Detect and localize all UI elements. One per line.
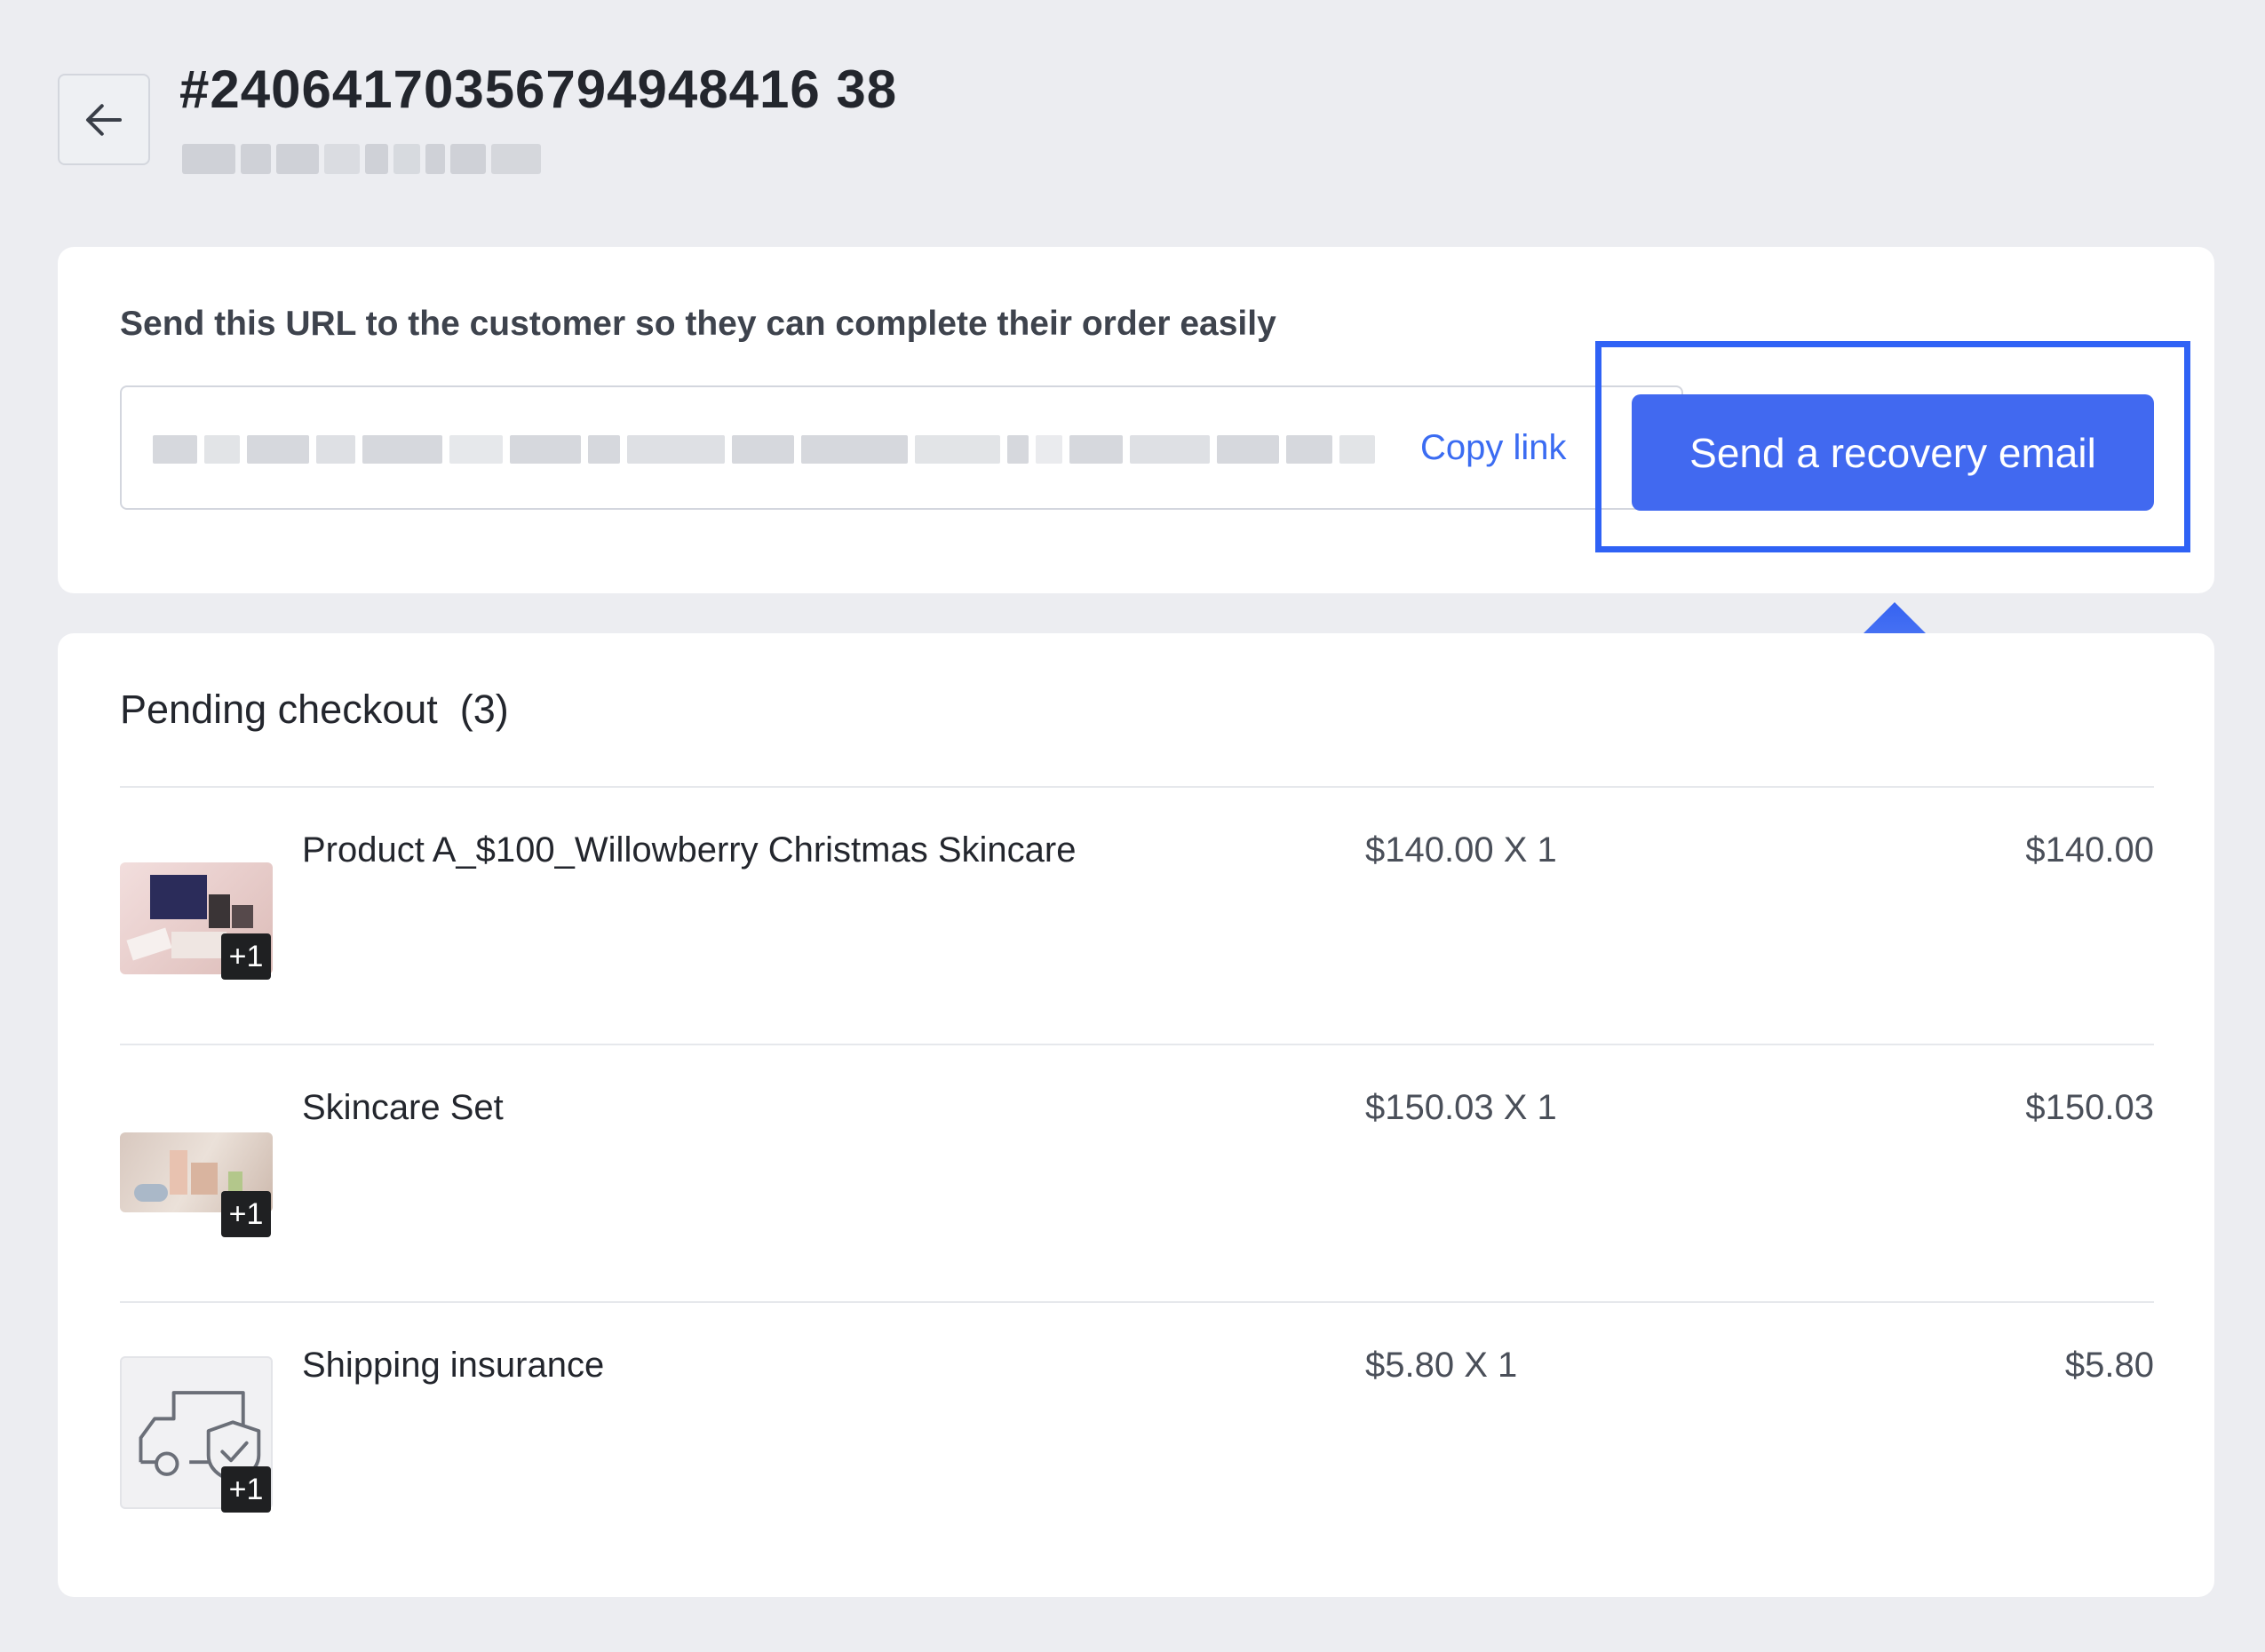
order-number: #24064170356794948416 38 xyxy=(179,60,898,119)
line-item: +1 Skincare Set $150.03 X 1 $150.03 xyxy=(120,1045,2154,1303)
arrow-left-icon xyxy=(85,103,123,136)
item-price-qty: $150.03 X 1 xyxy=(1365,1088,1557,1127)
send-recovery-email-button[interactable]: Send a recovery email xyxy=(1632,394,2154,511)
additional-items-badge: +1 xyxy=(221,1191,271,1237)
item-name[interactable]: Product A_$100_Willowberry Christmas Ski… xyxy=(302,830,1076,870)
copy-link-button[interactable]: Copy link xyxy=(1420,428,1567,468)
url-card-heading: Send this URL to the customer so they ca… xyxy=(120,305,1276,343)
redacted-url xyxy=(153,430,1392,469)
line-item: +1 Product A_$100_Willowberry Christmas … xyxy=(120,788,2154,1045)
pending-checkout-card: Pending checkout (3) +1 Product A_$100_W… xyxy=(58,633,2214,1597)
item-price-qty: $5.80 X 1 xyxy=(1365,1346,1518,1385)
additional-items-badge: +1 xyxy=(221,933,271,980)
back-button[interactable] xyxy=(58,74,150,165)
redacted-subtitle xyxy=(182,140,550,178)
abandoned-checkout-page: #24064170356794948416 38 Send this URL t… xyxy=(0,0,2265,1652)
recovery-url-field[interactable]: Copy link xyxy=(120,385,1683,510)
pending-checkout-title: Pending checkout (3) xyxy=(120,687,509,732)
item-name[interactable]: Shipping insurance xyxy=(302,1346,604,1386)
line-item: +1 Shipping insurance $5.80 X 1 $5.80 xyxy=(120,1303,2154,1561)
item-total: $140.00 xyxy=(2025,830,2154,870)
item-name[interactable]: Skincare Set xyxy=(302,1088,504,1128)
item-total: $150.03 xyxy=(2025,1088,2154,1127)
item-price-qty: $140.00 X 1 xyxy=(1365,830,1557,870)
additional-items-badge: +1 xyxy=(221,1466,271,1513)
item-total: $5.80 xyxy=(2064,1346,2154,1385)
